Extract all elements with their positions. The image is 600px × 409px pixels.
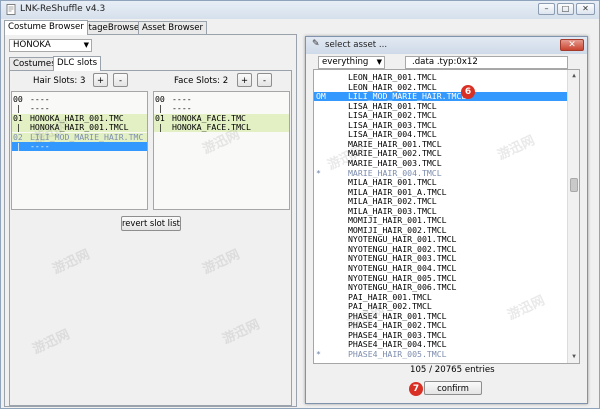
list-item[interactable]: | ---- <box>12 104 147 113</box>
tab-asset-browser[interactable]: Asset Browser <box>138 21 208 35</box>
asset-row[interactable]: NYOTENGU_HAIR_004.TMCL <box>314 264 567 273</box>
step-badge-7: 7 <box>409 382 423 396</box>
asset-name: NYOTENGU_HAIR_001.TMCL <box>348 234 457 245</box>
asset-row[interactable]: NYOTENGU_HAIR_006.TMCL <box>314 283 567 292</box>
asset-row[interactable]: * PHASE4_HAIR_005.TMCL <box>314 348 567 359</box>
asset-name: NYOTENGU_HAIR_004.TMCL <box>348 263 457 273</box>
window-title: LNK-ReShuffle v4.3 <box>20 4 106 14</box>
feather-icon: ✎ <box>312 39 320 49</box>
dialog-title: select asset ... <box>325 40 388 50</box>
asset-row[interactable]: MOMIJI_HAIR_001.TMCL <box>314 216 567 225</box>
list-item[interactable]: | HONOKA_HAIR_001.TMCL <box>12 123 147 132</box>
asset-name: PAI_HAIR_002.TMCL <box>348 301 432 312</box>
asset-marker: * <box>316 167 321 178</box>
entry-count: 105 / 20765 entries <box>410 365 495 375</box>
face-slot-list[interactable]: 00 ---- | ---- 01 HONOKA_FACE.TMC | HONOKA_F… <box>153 91 290 210</box>
asset-name: MOMIJI_HAIR_001.TMCL <box>348 215 447 226</box>
asset-name: MARIE_HAIR_003.TMCL <box>348 157 442 168</box>
maximize-button[interactable]: □ <box>557 3 574 15</box>
hair-add-button[interactable]: + <box>93 73 108 87</box>
app-icon <box>6 4 16 15</box>
asset-row[interactable]: LISA_HAIR_004.TMCL <box>314 130 567 139</box>
asset-name: PHASE4_HAIR_005.TMCL <box>348 348 447 359</box>
asset-row[interactable]: LISA_HAIR_002.TMCL <box>314 111 567 120</box>
asset-row[interactable]: MARIE_HAIR_003.TMCL <box>314 157 567 168</box>
asset-name: MILA_HAIR_002.TMCL <box>348 196 437 207</box>
confirm-button[interactable]: confirm <box>424 381 482 395</box>
select-asset-dialog: ✎ select asset ... ✕ everything ▼ .data … <box>305 36 588 404</box>
asset-marker: OM <box>316 91 326 102</box>
hair-slots-label: Hair Slots: 3 <box>33 76 86 86</box>
category-filter-value: everything <box>322 57 369 67</box>
minimize-button[interactable]: – <box>538 3 555 15</box>
tab-stage-browser[interactable]: StageBrowser <box>79 21 147 35</box>
title-bar: LNK-ReShuffle v4.3 – □ ✕ <box>1 1 599 19</box>
tab-costume-browser[interactable]: Costume Browser <box>4 20 88 35</box>
scroll-up-icon[interactable]: ▲ <box>569 71 579 81</box>
subtab-dlc-slots[interactable]: DLC slots <box>53 56 102 71</box>
asset-row[interactable]: MILA_HAIR_001.TMCL <box>314 178 567 187</box>
list-item[interactable]: | ---- <box>154 104 289 113</box>
list-item-selected[interactable]: | ---- <box>12 142 147 151</box>
asset-name: LISA_HAIR_002.TMCL <box>348 110 437 121</box>
chevron-down-icon: ▼ <box>83 41 89 49</box>
asset-list[interactable]: LEON_HAIR_001.TMCL LEON_HAIR_002.TMCL OM LI… <box>313 69 580 364</box>
character-select[interactable]: HONOKA ▼ <box>9 39 92 52</box>
revert-slot-list-button[interactable]: revert slot list <box>121 216 181 231</box>
vertical-scrollbar[interactable]: ▲ ▼ <box>567 70 579 363</box>
asset-row[interactable]: LEON_HAIR_001.TMCL <box>314 73 567 82</box>
dialog-title-bar: ✎ select asset ... ✕ <box>306 37 587 54</box>
character-select-value: HONOKA <box>13 40 51 50</box>
list-item[interactable]: | HONOKA_FACE.TMCL <box>154 123 289 132</box>
asset-name: LEON_HAIR_001.TMCL <box>348 72 437 82</box>
asset-row-selected[interactable]: OM LILI_MOD_MARIE_HAIR.TMCL <box>314 91 567 102</box>
asset-row[interactable]: PAI_HAIR_002.TMCL <box>314 302 567 311</box>
asset-row[interactable]: NYOTENGU_HAIR_001.TMCL <box>314 235 567 244</box>
asset-name: LILI_MOD_MARIE_HAIR.TMCL <box>348 91 467 102</box>
face-remove-button[interactable]: - <box>257 73 272 87</box>
face-slots-label: Face Slots: 2 <box>174 76 229 86</box>
asset-row[interactable]: PHASE4_HAIR_002.TMCL <box>314 321 567 330</box>
close-button[interactable]: ✕ <box>576 3 595 15</box>
dialog-close-button[interactable]: ✕ <box>560 39 584 51</box>
chevron-down-icon: ▼ <box>376 58 382 66</box>
asset-name: PHASE4_HAIR_002.TMCL <box>348 320 447 331</box>
hair-slot-list[interactable]: 00 ---- | ---- 01 HONOKA_HAIR_001.TMC | HONO… <box>11 91 148 210</box>
asset-row[interactable]: MILA_HAIR_002.TMCL <box>314 197 567 206</box>
asset-name: LISA_HAIR_004.TMCL <box>348 129 437 140</box>
face-add-button[interactable]: + <box>237 73 252 87</box>
step-badge-6: 6 <box>461 85 475 99</box>
category-filter-select[interactable]: everything ▼ <box>318 56 385 69</box>
asset-marker: * <box>316 348 321 359</box>
asset-name: MILA_HAIR_001.TMCL <box>348 177 437 188</box>
hair-remove-button[interactable]: - <box>113 73 128 87</box>
type-filter-input[interactable]: .data .typ:0x12 <box>405 56 568 69</box>
asset-name: NYOTENGU_HAIR_006.TMCL <box>348 282 457 293</box>
scroll-down-icon[interactable]: ▼ <box>569 352 579 362</box>
scrollbar-thumb[interactable] <box>570 178 578 192</box>
